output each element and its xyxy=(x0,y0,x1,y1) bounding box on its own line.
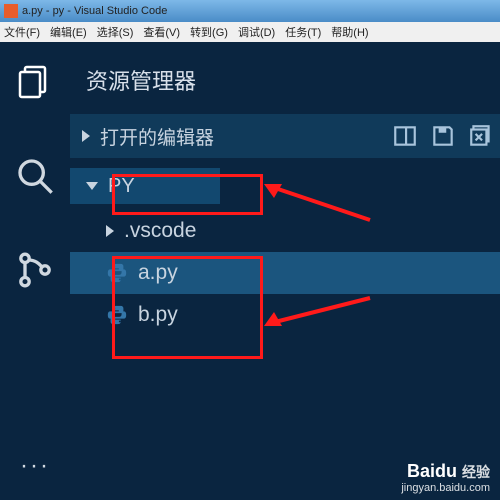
app-icon xyxy=(4,4,18,18)
tree-file-b[interactable]: b.py xyxy=(70,294,500,336)
open-editors-label: 打开的编辑器 xyxy=(100,123,214,150)
tree-file-a[interactable]: a.py xyxy=(70,252,500,294)
sidebar-title: 资源管理器 xyxy=(70,56,500,114)
save-all-icon[interactable] xyxy=(430,123,456,149)
explorer-sidebar: 资源管理器 打开的编辑器 PY .vscode a.py xyxy=(70,42,500,500)
search-icon[interactable] xyxy=(13,154,57,198)
menu-edit[interactable]: 编辑(E) xyxy=(50,24,87,40)
menu-debug[interactable]: 调试(D) xyxy=(238,24,275,40)
activity-bar: ··· xyxy=(0,42,70,500)
close-all-icon[interactable] xyxy=(468,123,494,149)
chevron-right-icon xyxy=(106,225,114,237)
tree-label: b.py xyxy=(138,303,178,327)
file-tree: .vscode a.py b.py xyxy=(70,204,500,336)
watermark: Baidu Baidu 经验经验 jingyan.baidu.com xyxy=(401,461,490,494)
explorer-icon[interactable] xyxy=(13,60,57,104)
folder-root-label: PY xyxy=(108,175,135,198)
menu-view[interactable]: 查看(V) xyxy=(143,24,180,40)
menu-goto[interactable]: 转到(G) xyxy=(190,24,228,40)
menu-bar: 文件(F) 编辑(E) 选择(S) 查看(V) 转到(G) 调试(D) 任务(T… xyxy=(0,22,500,42)
menu-file[interactable]: 文件(F) xyxy=(4,24,40,40)
source-control-icon[interactable] xyxy=(13,248,57,292)
more-icon[interactable]: ··· xyxy=(20,452,50,480)
open-editors-header[interactable]: 打开的编辑器 xyxy=(70,114,500,158)
python-file-icon xyxy=(106,262,128,284)
chevron-down-icon xyxy=(86,182,98,190)
chevron-right-icon xyxy=(82,130,90,142)
watermark-url: jingyan.baidu.com xyxy=(401,482,490,494)
tree-label: .vscode xyxy=(124,219,196,243)
menu-help[interactable]: 帮助(H) xyxy=(331,24,368,40)
toggle-layout-icon[interactable] xyxy=(392,123,418,149)
tree-label: a.py xyxy=(138,261,178,285)
window-titlebar: a.py - py - Visual Studio Code xyxy=(0,0,500,22)
menu-select[interactable]: 选择(S) xyxy=(97,24,134,40)
menu-tasks[interactable]: 任务(T) xyxy=(285,24,321,40)
folder-root[interactable]: PY xyxy=(70,168,220,204)
window-title: a.py - py - Visual Studio Code xyxy=(22,5,167,17)
python-file-icon xyxy=(106,304,128,326)
tree-folder-vscode[interactable]: .vscode xyxy=(70,210,500,252)
